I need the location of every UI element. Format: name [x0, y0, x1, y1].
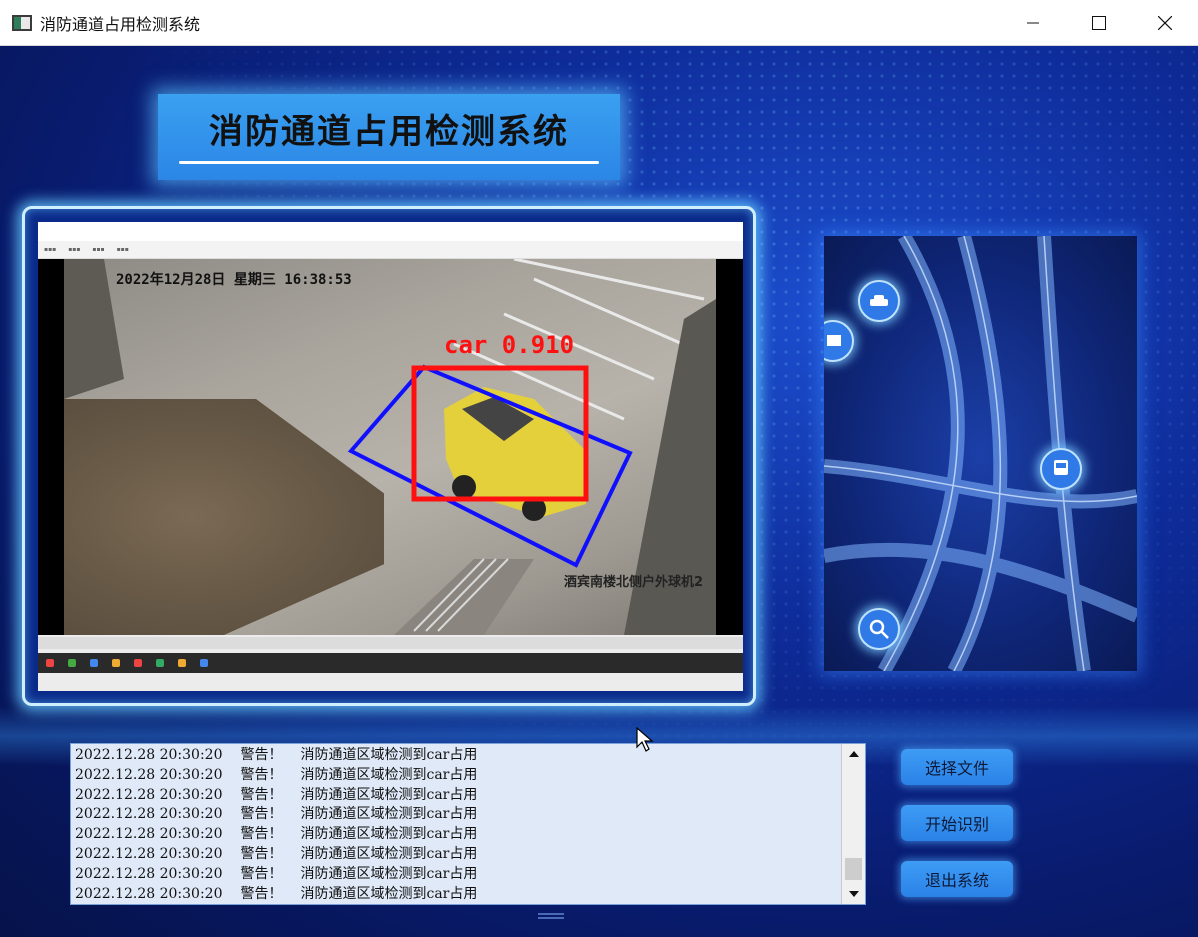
player-controls — [38, 637, 743, 649]
taskbar-app-icon — [200, 659, 208, 667]
minimize-button[interactable] — [1000, 0, 1066, 46]
scroll-down-button[interactable] — [842, 884, 865, 904]
select-file-button[interactable]: 选择文件 — [901, 749, 1013, 785]
camera-name: 酒宾南楼北侧户外球机2 — [564, 575, 704, 590]
arrow-down-icon — [848, 891, 859, 897]
video-display: car 0.910 2022年12月28日 星期三 16:38:53 酒宾南楼北… — [38, 259, 743, 635]
video-timestamp: 2022年12月28日 星期三 16:38:53 — [116, 272, 352, 288]
taskbar-app-icon — [90, 659, 98, 667]
start-detect-button[interactable]: 开始识别 — [901, 805, 1013, 841]
log-line: 2022.12.28 20:30:20 警告！ 消防通道区域检测到car占用 — [75, 786, 478, 803]
log-line: 2022.12.28 20:30:20 警告！ 消防通道区域检测到car占用 — [75, 747, 478, 763]
taskbar-app-icon — [156, 659, 164, 667]
page-title: 消防通道占用检测系统 — [209, 112, 569, 152]
log-textbox[interactable]: 2022.12.28 20:30:20 警告！ 消防通道区域检测到car占用 202… — [70, 743, 866, 905]
video-frame-image: car 0.910 2022年12月28日 星期三 16:38:53 酒宾南楼北… — [64, 259, 716, 635]
title-underline — [179, 161, 599, 164]
close-icon — [1158, 16, 1172, 30]
player-menu-dot: ▪▪▪ — [92, 246, 105, 253]
detection-label: car 0.910 — [444, 331, 575, 359]
taskbar-app-icon — [134, 659, 142, 667]
decorative-city-image — [824, 236, 1137, 671]
bus-icon — [1040, 448, 1082, 490]
main-area: 消防通道占用检测系统 ▪▪▪ ▪▪▪ ▪▪▪ ▪▪▪ car 0.910 202… — [0, 46, 1198, 937]
player-menu-dot: ▪▪▪ — [68, 246, 81, 253]
window-controls — [1000, 0, 1198, 46]
log-line: 2022.12.28 20:30:20 警告！ 消防通道区域检测到car占用 — [75, 826, 478, 843]
window-title: 消防通道占用检测系统 — [40, 14, 201, 34]
minimize-icon — [1027, 22, 1039, 24]
exit-button[interactable]: 退出系统 — [901, 861, 1013, 897]
mouse-cursor-icon — [636, 727, 654, 752]
resize-grip-icon — [538, 913, 564, 919]
taskbar-app-icon — [46, 659, 54, 667]
log-lines: 2022.12.28 20:30:20 警告！ 消防通道区域检测到car占用 202… — [75, 746, 839, 904]
player-toolbar: ▪▪▪ ▪▪▪ ▪▪▪ ▪▪▪ — [38, 241, 743, 259]
log-line: 2022.12.28 20:30:20 警告！ 消防通道区域检测到car占用 — [75, 885, 478, 902]
log-line: 2022.12.28 20:30:20 警告！ 消防通道区域检测到car占用 — [75, 766, 478, 783]
log-line: 2022.12.28 20:30:20 警告！ 消防通道区域检测到car占用 — [75, 845, 478, 862]
scroll-thumb[interactable] — [845, 858, 862, 880]
embedded-taskbar — [38, 653, 743, 673]
close-button[interactable] — [1132, 0, 1198, 46]
header-banner: 消防通道占用检测系统 — [158, 94, 620, 180]
taskbar-app-icon — [112, 659, 120, 667]
taskbar-app-icon — [68, 659, 76, 667]
search-icon — [858, 608, 900, 650]
taskbar-app-icon — [178, 659, 186, 667]
player-bottom-bar — [38, 635, 743, 691]
maximize-icon — [1092, 16, 1106, 30]
detection-box — [411, 365, 589, 502]
maximize-button[interactable] — [1066, 0, 1132, 46]
car-icon — [858, 280, 900, 322]
log-scrollbar[interactable] — [841, 744, 865, 904]
arrow-up-icon — [848, 751, 859, 757]
window-titlebar: 消防通道占用检测系统 — [0, 0, 1198, 46]
log-line: 2022.12.28 20:30:20 警告！ 消防通道区域检测到car占用 — [75, 806, 478, 823]
player-menu-dot: ▪▪▪ — [44, 246, 57, 253]
log-line: 2022.12.28 20:30:20 警告！ 消防通道区域检测到car占用 — [75, 865, 478, 882]
scroll-up-button[interactable] — [842, 744, 865, 764]
player-menu-dot: ▪▪▪ — [116, 246, 129, 253]
app-icon — [12, 14, 32, 31]
